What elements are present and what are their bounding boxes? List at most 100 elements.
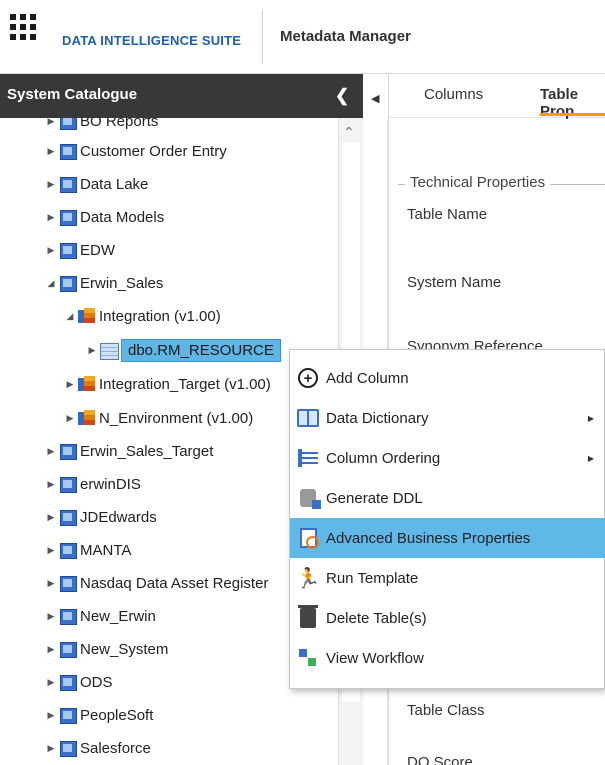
tree-node-dbo-rm-resource[interactable]: ▶ dbo.RM_RESOURCE: [84, 335, 281, 365]
submenu-arrow-icon: ▶: [587, 453, 594, 463]
top-bar: DATA INTELLIGENCE SUITE Metadata Manager: [0, 0, 605, 74]
server-icon: [59, 575, 77, 592]
workflow-icon: [298, 648, 318, 668]
add-circle-icon: +: [298, 368, 318, 388]
tree-node-erwin-sales-target[interactable]: ▶ Erwin_Sales_Target: [43, 436, 213, 466]
menu-item-column-ordering[interactable]: Column Ordering ▶: [290, 438, 605, 478]
expand-arrow-icon[interactable]: ▶: [84, 345, 100, 356]
field-label: Table Name: [407, 206, 488, 223]
expand-arrow-icon[interactable]: ▶: [43, 479, 59, 490]
tree-node-ods[interactable]: ▶ ODS: [43, 667, 113, 697]
tree-node-n-environment[interactable]: ▶ N_Environment (v1.00): [62, 403, 253, 433]
model-icon: [78, 375, 96, 393]
field-label: System Name: [407, 274, 502, 291]
server-icon: [59, 476, 77, 493]
menu-item-add-column[interactable]: + Add Column: [290, 358, 605, 398]
expand-arrow-icon[interactable]: ▶: [43, 710, 59, 721]
sidebar-title: System Catalogue: [7, 86, 138, 103]
tree-node-label: MANTA: [80, 541, 132, 559]
expand-arrow-icon[interactable]: ▶: [62, 379, 78, 390]
tree-node-salesforce[interactable]: ▶ Salesforce: [43, 733, 151, 763]
submenu-arrow-icon: ▶: [587, 413, 594, 423]
run-icon: 🏃: [295, 567, 321, 590]
tree-node-label: Integration_Target (v1.00): [99, 375, 271, 393]
tree-node-edw[interactable]: ▶ EDW: [43, 235, 115, 265]
server-icon: [59, 542, 77, 559]
list-icon: [298, 449, 318, 467]
server-icon: [59, 740, 77, 757]
server-icon: [59, 509, 77, 526]
tree-node-nasdaq[interactable]: ▶ Nasdaq Data Asset Register: [43, 568, 268, 598]
tree-node-label: EDW: [80, 241, 115, 259]
expand-arrow-icon[interactable]: ▶: [43, 611, 59, 622]
tree-node-label: BO Reports: [80, 118, 159, 130]
tree-node-label: Nasdaq Data Asset Register: [80, 574, 269, 592]
server-icon: [59, 143, 77, 160]
context-menu: + Add Column Data Dictionary ▶ Column Or…: [289, 349, 605, 689]
tree-node-peoplesoft[interactable]: ▶ PeopleSoft: [43, 700, 153, 730]
tree-node-label: New_System: [80, 640, 169, 658]
tree-node-new-system[interactable]: ▶ New_System: [43, 634, 168, 664]
menu-item-label: View Workflow: [326, 649, 424, 667]
tab-scroll-left-icon[interactable]: ◀: [371, 92, 379, 105]
menu-item-run-template[interactable]: 🏃 Run Template: [290, 558, 605, 598]
tree-node-manta[interactable]: ▶ MANTA: [43, 535, 131, 565]
menu-item-label: Generate DDL: [326, 489, 423, 507]
expand-arrow-icon[interactable]: ▶: [43, 118, 59, 127]
expand-arrow-icon[interactable]: ▶: [62, 413, 78, 424]
tree-node-customer-order-entry[interactable]: ▶ Customer Order Entry: [43, 136, 227, 166]
expand-arrow-icon[interactable]: ▶: [43, 743, 59, 754]
chevron-left-icon[interactable]: ❮: [335, 86, 349, 106]
collapse-arrow-icon[interactable]: ◢: [62, 311, 78, 322]
expand-arrow-icon[interactable]: ▶: [43, 212, 59, 223]
menu-item-label: Advanced Business Properties: [326, 529, 531, 547]
collapse-arrow-icon[interactable]: ◢: [43, 278, 59, 289]
expand-arrow-icon[interactable]: ▶: [43, 245, 59, 256]
model-icon: [78, 409, 96, 427]
section-title: Technical Properties: [405, 174, 551, 191]
ddl-icon: [300, 489, 321, 509]
tree-node-label: JDEdwards: [80, 508, 157, 526]
server-icon: [59, 608, 77, 625]
tree-node-integration[interactable]: ◢ Integration (v1.00): [62, 301, 221, 331]
expand-arrow-icon[interactable]: ▶: [43, 179, 59, 190]
tree-node-label: Integration (v1.00): [99, 307, 221, 325]
tree-node-jdedwards[interactable]: ▶ JDEdwards: [43, 502, 157, 532]
tree-node-label: erwinDIS: [80, 475, 141, 493]
server-icon: [59, 209, 77, 226]
expand-arrow-icon[interactable]: ▶: [43, 146, 59, 157]
field-label: DQ Score: [407, 754, 473, 765]
tree-node-integration-target[interactable]: ▶ Integration_Target (v1.00): [62, 369, 271, 399]
brand-label: DATA INTELLIGENCE SUITE: [62, 33, 242, 48]
expand-arrow-icon[interactable]: ▶: [43, 512, 59, 523]
tree-node-data-lake[interactable]: ▶ Data Lake: [43, 169, 148, 199]
tree-node-label: Data Lake: [80, 175, 149, 193]
catalogue-tree: ▶ BO Reports ▶ Customer Order Entry ▶ Da…: [0, 118, 338, 765]
document-search-icon: [299, 528, 319, 549]
tree-node-label: N_Environment (v1.00): [99, 409, 254, 427]
menu-item-generate-ddl[interactable]: Generate DDL: [290, 478, 605, 518]
tree-node-bo-reports[interactable]: ▶ BO Reports: [43, 118, 158, 136]
tree-node-new-erwin[interactable]: ▶ New_Erwin: [43, 601, 156, 631]
menu-item-advanced-business-properties[interactable]: Advanced Business Properties: [290, 518, 605, 558]
scroll-up-icon[interactable]: ⌃: [343, 124, 355, 141]
tree-node-erwin-sales[interactable]: ◢ Erwin_Sales: [43, 268, 163, 298]
expand-arrow-icon[interactable]: ▶: [43, 677, 59, 688]
tab-columns[interactable]: Columns: [424, 86, 483, 103]
menu-item-delete-table[interactable]: Delete Table(s): [290, 598, 605, 638]
app-grid-icon[interactable]: [10, 14, 36, 40]
expand-arrow-icon[interactable]: ▶: [43, 446, 59, 457]
tree-node-erwindis[interactable]: ▶ erwinDIS: [43, 469, 141, 499]
tree-node-data-models[interactable]: ▶ Data Models: [43, 202, 164, 232]
tab-bar: Columns Table Prop: [389, 74, 605, 120]
tree-node-label: dbo.RM_RESOURCE: [121, 338, 281, 362]
menu-item-label: Delete Table(s): [326, 609, 427, 627]
server-icon: [59, 674, 77, 691]
menu-item-label: Data Dictionary: [326, 409, 429, 427]
expand-arrow-icon[interactable]: ▶: [43, 644, 59, 655]
expand-arrow-icon[interactable]: ▶: [43, 578, 59, 589]
expand-arrow-icon[interactable]: ▶: [43, 545, 59, 556]
menu-item-view-workflow[interactable]: View Workflow: [290, 638, 605, 678]
menu-item-data-dictionary[interactable]: Data Dictionary ▶: [290, 398, 605, 438]
menu-item-label: Add Column: [326, 369, 409, 387]
